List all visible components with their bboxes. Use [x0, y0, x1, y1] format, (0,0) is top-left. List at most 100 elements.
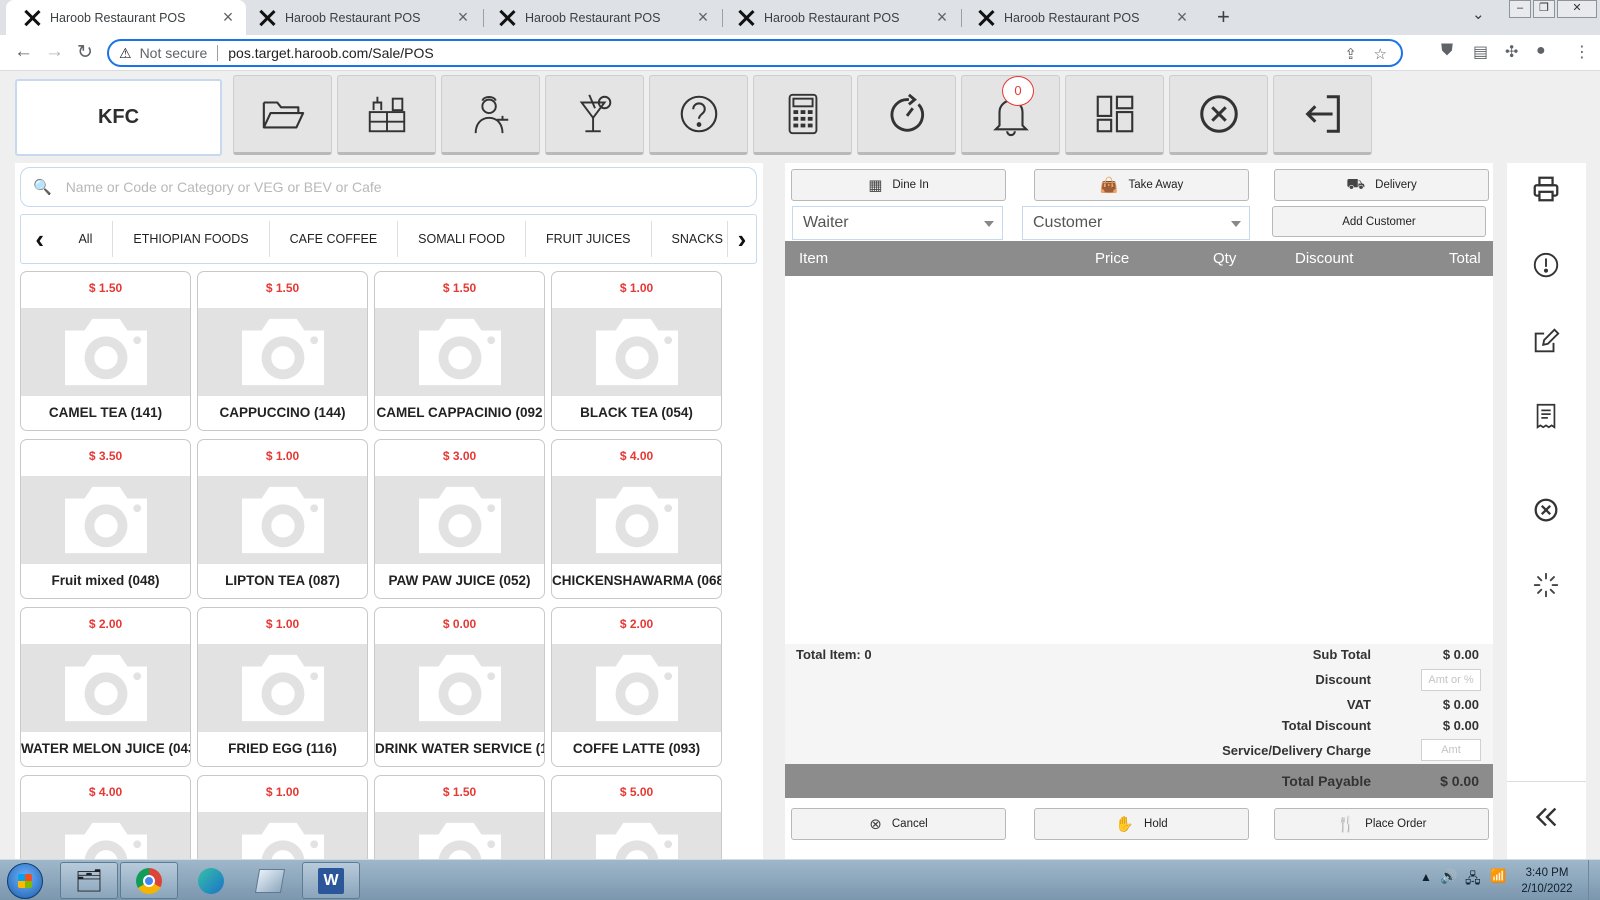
product-card[interactable]: $ 1.50 — [374, 775, 545, 859]
discount-input[interactable] — [1421, 669, 1481, 691]
taskbar-explorer[interactable]: 🗂 — [60, 862, 118, 899]
product-card[interactable]: $ 3.00 PAW PAW JUICE (052) — [374, 439, 545, 599]
notifications-button[interactable]: 0 — [961, 75, 1060, 155]
reload-icon[interactable]: ↻ — [77, 41, 93, 64]
help-button[interactable] — [649, 75, 748, 155]
category-tab[interactable]: SOMALI FOOD — [398, 221, 526, 257]
minimize-window-button[interactable]: – — [1509, 0, 1531, 18]
taskbar-word[interactable]: W — [302, 862, 360, 899]
hold-order-button[interactable]: ✋ Hold — [1034, 808, 1249, 840]
product-card[interactable]: $ 1.00 LIPTON TEA (087) — [197, 439, 368, 599]
category-tab[interactable]: SNACKS — [652, 221, 728, 257]
add-customer-label: Add Customer — [1342, 215, 1416, 228]
product-card[interactable]: $ 3.50 Fruit mixed (048) — [20, 439, 191, 599]
windows-start-button[interactable] — [7, 863, 43, 899]
receipt-button[interactable] — [1529, 399, 1563, 433]
product-card[interactable]: $ 1.00 — [197, 775, 368, 859]
product-card[interactable]: $ 1.50 CAMEL CAPPACINIO (092 — [374, 271, 545, 431]
chevron-right-icon[interactable]: › — [728, 224, 756, 255]
waiter-select[interactable]: Waiter — [792, 206, 1003, 240]
product-card[interactable]: $ 1.50 CAMEL TEA (141) — [20, 271, 191, 431]
category-tab[interactable]: FRUIT JUICES — [526, 221, 652, 257]
network-icon[interactable]: 🖧 — [1465, 868, 1481, 892]
loading-button[interactable] — [1529, 568, 1563, 602]
browser-tab[interactable]: Haroob Restaurant POS × — [6, 0, 246, 35]
take-away-button[interactable]: 👜 Take Away — [1034, 169, 1249, 201]
close-tab-icon[interactable]: × — [220, 7, 236, 28]
product-card[interactable]: $ 2.00 WATER MELON JUICE (043 — [20, 607, 191, 767]
forward-arrow-icon[interactable]: → — [45, 41, 64, 63]
search-input[interactable] — [65, 179, 716, 195]
extension-shield-icon[interactable]: ⛊ — [1441, 42, 1453, 60]
extensions-puzzle-icon[interactable]: ✣ — [1505, 42, 1518, 62]
logout-button[interactable] — [1273, 75, 1372, 155]
signal-bars-icon[interactable]: 📶 — [1490, 868, 1506, 884]
delivery-button[interactable]: ⛟ Delivery — [1274, 169, 1489, 201]
product-card[interactable]: $ 4.00 — [20, 775, 191, 859]
category-tab[interactable]: All — [58, 221, 114, 257]
browser-tab[interactable]: Haroob Restaurant POS × — [481, 0, 721, 35]
profile-avatar-icon[interactable]: ● — [1536, 42, 1546, 60]
print-button[interactable] — [1529, 172, 1563, 206]
warning-triangle-icon[interactable]: ⚠ — [119, 45, 132, 62]
show-desktop-button[interactable] — [1588, 860, 1600, 900]
back-arrow-icon[interactable]: ← — [14, 41, 33, 63]
store-name-box[interactable]: KFC — [15, 79, 222, 156]
share-icon[interactable]: ⇪ — [1344, 45, 1357, 63]
security-label[interactable]: Not secure — [140, 45, 208, 61]
product-card[interactable]: $ 4.00 CHICKENSHAWARMA (068 — [551, 439, 722, 599]
tray-expand-icon[interactable]: ▲ — [1420, 870, 1432, 884]
refresh-button[interactable] — [857, 75, 956, 155]
browser-tab[interactable]: Haroob Restaurant POS × — [241, 0, 481, 35]
collapse-sidebar-button[interactable] — [1529, 800, 1563, 834]
new-tab-button[interactable]: + — [1217, 4, 1230, 30]
address-bar[interactable]: ⚠ Not secure pos.target.haroob.com/Sale/… — [107, 39, 1403, 67]
browser-tab[interactable]: Haroob Restaurant POS × — [720, 0, 960, 35]
close-tab-icon[interactable]: × — [695, 7, 711, 28]
taskbar-clock[interactable]: 3:40 PM 2/10/2022 — [1512, 865, 1582, 897]
volume-icon[interactable]: 🔊 — [1440, 868, 1457, 885]
close-tab-icon[interactable]: × — [455, 7, 471, 28]
edit-button[interactable] — [1529, 324, 1563, 358]
waiter-button[interactable] — [441, 75, 540, 155]
calculator-button[interactable] — [753, 75, 852, 155]
close-window-button[interactable]: ✕ — [1557, 0, 1597, 18]
product-price: $ 1.50 — [442, 785, 477, 799]
product-image — [552, 812, 721, 859]
url-text[interactable]: pos.target.haroob.com/Sale/POS — [228, 45, 433, 61]
product-card[interactable]: $ 0.00 DRINK WATER SERVICE (11 — [374, 607, 545, 767]
product-card[interactable]: $ 1.50 CAPPUCCINO (144) — [197, 271, 368, 431]
place-order-button[interactable]: 🍴 Place Order — [1274, 808, 1489, 840]
bookmark-star-icon[interactable]: ☆ — [1374, 45, 1387, 63]
chevron-left-icon[interactable]: ‹ — [21, 224, 58, 255]
service-charge-input[interactable] — [1421, 739, 1481, 761]
restore-window-button[interactable]: ❐ — [1533, 0, 1555, 18]
open-folder-button[interactable] — [233, 75, 332, 155]
void-button[interactable] — [1529, 493, 1563, 527]
dashboard-button[interactable] — [1065, 75, 1164, 155]
kitchen-button[interactable] — [337, 75, 436, 155]
action-sidebar — [1507, 163, 1586, 859]
add-customer-button[interactable]: Add Customer — [1272, 206, 1486, 237]
taskbar-app[interactable] — [241, 862, 299, 899]
browser-tab[interactable]: Haroob Restaurant POS × — [960, 0, 1200, 35]
product-card[interactable]: $ 1.00 BLACK TEA (054) — [551, 271, 722, 431]
extension-document-icon[interactable]: ▤ — [1473, 42, 1488, 62]
category-tab[interactable]: ETHIOPIAN FOODS — [113, 221, 270, 257]
taskbar-edge[interactable] — [182, 862, 240, 899]
dine-in-button[interactable]: ▦ Dine In — [791, 169, 1006, 201]
close-tab-icon[interactable]: × — [1174, 7, 1190, 28]
close-tab-icon[interactable]: × — [934, 7, 950, 28]
product-card[interactable]: $ 2.00 COFFE LATTE (093) — [551, 607, 722, 767]
alert-button[interactable] — [1529, 248, 1563, 282]
tab-search-chevron-icon[interactable]: ⌄ — [1472, 5, 1485, 23]
browser-menu-icon[interactable]: ⋮ — [1574, 42, 1590, 62]
taskbar-chrome[interactable] — [120, 862, 178, 899]
bar-drinks-button[interactable] — [545, 75, 644, 155]
customer-select[interactable]: Customer — [1022, 206, 1250, 240]
product-card[interactable]: $ 5.00 — [551, 775, 722, 859]
cancel-order-button[interactable]: ⊗ Cancel — [791, 808, 1006, 840]
category-tab[interactable]: CAFE COFFEE — [270, 221, 399, 257]
product-card[interactable]: $ 1.00 FRIED EGG (116) — [197, 607, 368, 767]
close-session-button[interactable] — [1169, 75, 1268, 155]
